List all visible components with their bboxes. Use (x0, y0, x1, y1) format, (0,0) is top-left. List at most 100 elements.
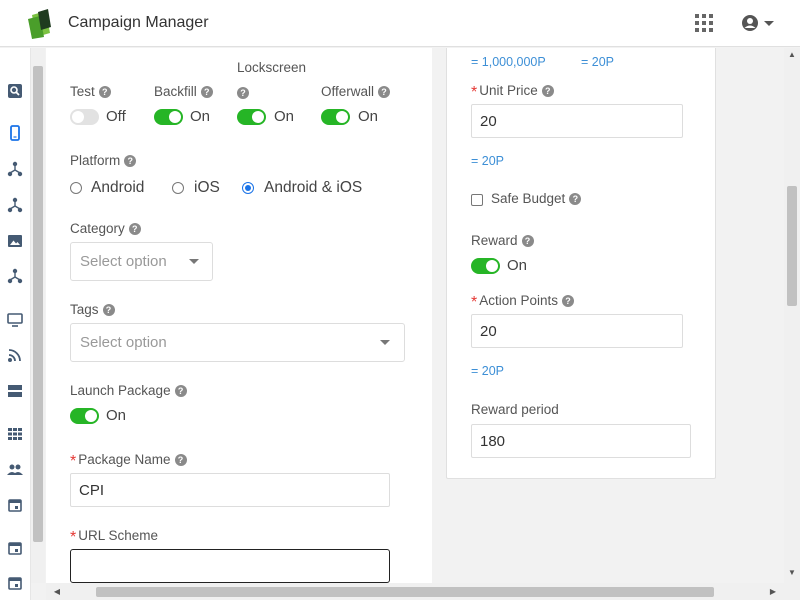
help-icon[interactable]: ? (174, 385, 187, 397)
network-icon[interactable] (7, 268, 23, 284)
required-marker: * (70, 453, 77, 470)
sidebar (0, 48, 31, 600)
platform-option-android: Android (91, 179, 145, 196)
help-icon[interactable]: ? (521, 235, 534, 247)
url-scheme-input[interactable] (70, 549, 390, 583)
form-right-card: = 1,000,000P = 20P * Unit Price? 20 = 20P… (446, 48, 716, 479)
category-select[interactable]: Select option (70, 242, 213, 281)
tags-label: Tags? (70, 302, 115, 317)
backfill-toggle[interactable] (154, 109, 183, 125)
platform-option-android-ios: Android & iOS (264, 179, 363, 196)
help-icon[interactable]: ? (541, 85, 554, 97)
help-icon[interactable]: ? (128, 223, 141, 235)
reward-toggle[interactable] (471, 258, 500, 274)
test-label: Test? (70, 84, 111, 99)
action-points-hint: = 20P (471, 364, 505, 378)
network-icon[interactable] (7, 197, 23, 213)
offerwall-toggle[interactable] (321, 109, 350, 125)
main-scrollbar[interactable]: ▲ ▼ (784, 48, 800, 583)
required-marker: * (471, 294, 478, 311)
platform-radio-android-ios[interactable] (242, 182, 254, 194)
scroll-left-icon[interactable]: ◀ (50, 587, 64, 596)
scroll-down-icon[interactable]: ▼ (785, 568, 799, 577)
grid-icon[interactable] (695, 14, 713, 32)
scroll-up-icon[interactable]: ▲ (785, 50, 799, 59)
storage-icon[interactable] (7, 383, 23, 399)
mobile-icon[interactable] (7, 125, 23, 141)
search-icon[interactable] (7, 83, 23, 99)
form-left-card: Test? Off Backfill? On Lockscreen ? On O… (46, 48, 432, 583)
offerwall-state: On (358, 108, 379, 125)
lockscreen-state: On (274, 108, 295, 125)
app-title: Campaign Manager (68, 14, 209, 31)
help-icon[interactable]: ? (237, 87, 249, 99)
help-icon[interactable]: ? (562, 295, 575, 307)
account-circle-icon[interactable] (740, 13, 776, 33)
help-icon[interactable]: ? (569, 193, 582, 205)
help-icon[interactable]: ? (174, 454, 187, 466)
category-label: Category? (70, 221, 141, 236)
main-content: Test? Off Backfill? On Lockscreen ? On O… (46, 48, 784, 583)
reward-period-input[interactable]: 180 (471, 424, 691, 458)
help-icon[interactable]: ? (98, 86, 111, 98)
unit-price-input[interactable]: 20 (471, 104, 683, 138)
safe-budget-checkbox[interactable] (471, 194, 483, 206)
horizontal-scroll-thumb[interactable] (96, 587, 714, 597)
category-placeholder: Select option (80, 253, 167, 270)
calendar-icon[interactable] (7, 497, 23, 513)
tags-select[interactable]: Select option (70, 323, 405, 362)
budget-unit-hint: = 20P (581, 55, 615, 69)
required-marker: * (70, 529, 77, 546)
image-icon[interactable] (7, 233, 23, 249)
package-name-input[interactable]: CPI (70, 473, 390, 507)
required-marker: * (471, 84, 478, 101)
scroll-right-icon[interactable]: ▶ (766, 587, 780, 596)
lockscreen-toggle[interactable] (237, 109, 266, 125)
scrollbar-corner (784, 583, 800, 600)
launch-package-label: Launch Package? (70, 383, 187, 398)
backfill-state: On (190, 108, 211, 125)
monitor-icon[interactable] (7, 312, 23, 328)
people-icon[interactable] (7, 462, 23, 478)
reward-state: On (507, 257, 528, 274)
platform-label: Platform? (70, 153, 137, 168)
platform-option-ios: iOS (194, 179, 220, 196)
calendar-icon[interactable] (7, 540, 23, 556)
reward-period-label: Reward period (471, 402, 559, 417)
backfill-label: Backfill? (154, 84, 213, 99)
reward-label: Reward? (471, 233, 534, 248)
grid-icon[interactable] (7, 426, 23, 442)
help-icon[interactable]: ? (124, 155, 137, 167)
package-name-label: * Package Name? (70, 451, 187, 470)
budget-hint: = 1,000,000P (471, 55, 546, 69)
test-toggle[interactable] (70, 109, 99, 125)
safe-budget-label: Safe Budget? (491, 191, 582, 206)
help-icon[interactable]: ? (378, 86, 391, 98)
url-scheme-label: * URL Scheme (70, 528, 159, 546)
rss-icon[interactable] (7, 347, 23, 363)
chevron-down-icon (189, 259, 199, 264)
lockscreen-label: Lockscreen (237, 60, 307, 75)
sidebar-scroll-thumb[interactable] (33, 66, 43, 542)
sidebar-scrollbar[interactable] (31, 48, 45, 583)
network-icon[interactable] (7, 161, 23, 177)
app-header: Campaign Manager (0, 0, 800, 47)
offerwall-label: Offerwall? (321, 84, 391, 99)
calendar-icon[interactable] (7, 575, 23, 591)
main-scroll-thumb[interactable] (787, 186, 797, 306)
unit-price-label: * Unit Price? (471, 82, 554, 101)
tags-placeholder: Select option (80, 334, 167, 351)
action-points-label: * Action Points? (471, 292, 575, 311)
launch-package-toggle[interactable] (70, 408, 99, 424)
chevron-down-icon (380, 340, 390, 345)
help-icon[interactable]: ? (200, 86, 213, 98)
app-logo-icon[interactable] (26, 9, 54, 39)
platform-radio-ios[interactable] (172, 182, 184, 194)
lockscreen-help: ? (233, 85, 249, 100)
horizontal-scrollbar[interactable]: ◀ ▶ (46, 583, 784, 600)
platform-radio-android[interactable] (70, 182, 82, 194)
action-points-input[interactable]: 20 (471, 314, 683, 348)
help-icon[interactable]: ? (102, 304, 115, 316)
unit-price-hint: = 20P (471, 154, 505, 168)
test-state: Off (106, 108, 126, 125)
